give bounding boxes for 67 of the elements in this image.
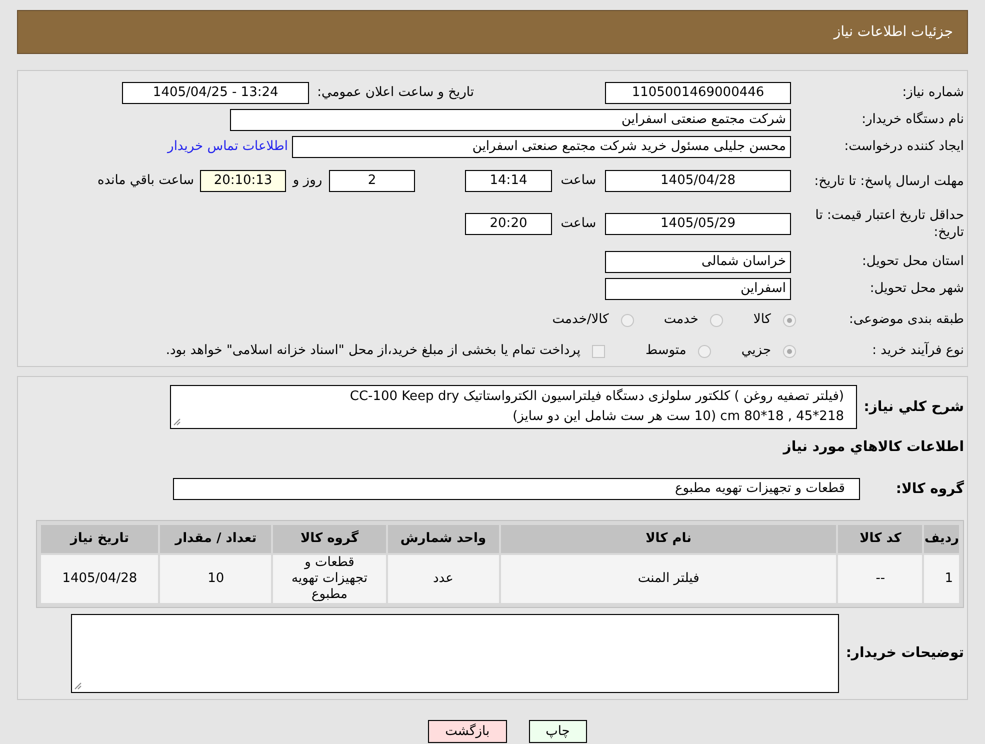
field-label: شماره نياز:	[901, 84, 964, 102]
field-label: شهر محل تحويل:	[868, 280, 964, 298]
radio-label: کالا/خدمت	[552, 311, 609, 330]
city-field: اسفراین	[605, 278, 791, 300]
field-label: توضيحات خريدار:	[844, 644, 964, 663]
radio-label: کالا	[753, 311, 771, 330]
table-cell: --	[838, 555, 922, 603]
description-textarea[interactable]: (فیلتر تصفیه روغن ) کلکتور سلولزی دستگاه فیلتراسیون الکترواستاتیک CC-100 Keep dry 218*45 , 18*80 cm (10 ست هر ست شامل این دو سایز)	[170, 385, 857, 429]
province-field: خراسان شمالی	[605, 251, 791, 273]
field-label: ساعت باقي مانده	[98, 172, 194, 190]
field-label: ساعت	[560, 215, 598, 234]
date-field: 1405/04/28	[605, 170, 791, 192]
field-label: نام دستگاه خريدار:	[860, 110, 964, 130]
field-label: حداقل تاريخ اعتبار قيمت: تا تاريخ:	[814, 207, 964, 241]
column-header: واحد شمارش	[388, 525, 499, 553]
field-label: ايجاد کننده درخواست:	[843, 138, 964, 156]
column-header: گروه کالا	[273, 525, 386, 553]
field-label: استان محل تحويل:	[861, 253, 964, 272]
column-header: رديف	[924, 525, 959, 553]
section-title: اطلاعات کالاهاي مورد نياز	[782, 438, 964, 457]
field-label: طبقه بندی موضوعی:	[848, 311, 964, 330]
table-cell: فیلتر المنت	[500, 555, 836, 603]
creator-field: محسن جلیلی مسئول خرید شرکت مجتمع صنعتی اسفراین	[292, 136, 791, 158]
table-cell: 1405/04/28	[41, 555, 158, 603]
radio-label: جزيي	[741, 342, 771, 360]
radio-label: خدمت	[664, 311, 698, 330]
checkbox-label: پرداخت تمام يا بخشی از مبلغ خريد،از محل "اسناد خزانه اسلامی" خواهد بود.	[166, 342, 580, 360]
field-label: مهلت ارسال پاسخ: تا تاريخ:	[813, 172, 964, 190]
column-header: تاريخ نياز	[41, 525, 158, 553]
table-cell: 10	[160, 555, 272, 603]
resize-grip-icon[interactable]	[74, 682, 82, 690]
radio-label: متوسط	[645, 342, 686, 360]
buyer-contact-link[interactable]: اطلاعات تماس خريدار	[168, 137, 288, 157]
column-header: تعداد / مقدار	[160, 525, 272, 553]
field-label: گروه کالا:	[894, 479, 964, 498]
remaining-time-field: 20:10:13	[200, 170, 286, 192]
field-label: تاريخ و ساعت اعلان عمومي:	[317, 84, 474, 102]
field-label: شرح کلي نياز:	[862, 398, 964, 416]
table-cell: قطعات و تجهیزات تهویه مطبوع	[273, 555, 386, 603]
description-line: (فیلتر تصفیه روغن ) کلکتور سلولزی دستگاه فیلتراسیون الکترواستاتیک CC-100 Keep dry	[348, 388, 844, 406]
back-button[interactable]: بازگشت	[428, 720, 507, 743]
radio-button[interactable]	[698, 344, 712, 358]
field-label: ساعت	[560, 172, 598, 190]
time-field: 20:20	[465, 213, 552, 235]
goods-group-field: قطعات و تجهیزات تهویه مطبوع	[173, 478, 860, 500]
table-cell: 1	[924, 555, 959, 603]
buyer-name-field: شرکت مجتمع صنعتی اسفراین	[230, 109, 791, 131]
page-title: جزئيات اطلاعات نياز	[834, 22, 953, 42]
description-line: 218*45 , 18*80 cm (10 ست هر ست شامل این دو سایز)	[512, 408, 844, 426]
announce-date-field: 1405/04/25 - 13:24	[122, 82, 310, 104]
column-header: کد کالا	[838, 525, 922, 553]
radio-button[interactable]	[710, 314, 724, 326]
column-header: نام کالا	[500, 525, 836, 553]
radio-button[interactable]	[620, 314, 634, 326]
field-label: نوع فرآيند خريد :	[871, 341, 964, 360]
resize-grip-icon[interactable]	[173, 418, 181, 426]
days-field: 2	[329, 170, 415, 192]
radio-button[interactable]	[783, 344, 796, 358]
print-button[interactable]: چاپ	[528, 720, 587, 743]
buyer-notes-textarea[interactable]	[71, 614, 839, 693]
radio-button[interactable]	[783, 314, 796, 326]
field-label: روز و	[291, 172, 324, 190]
date-field: 1405/05/29	[605, 213, 791, 235]
table-cell: عدد	[388, 555, 499, 603]
checkbox[interactable]	[592, 344, 606, 358]
need-number-field: 1105001469000446	[605, 82, 791, 104]
time-field: 14:14	[465, 170, 552, 192]
